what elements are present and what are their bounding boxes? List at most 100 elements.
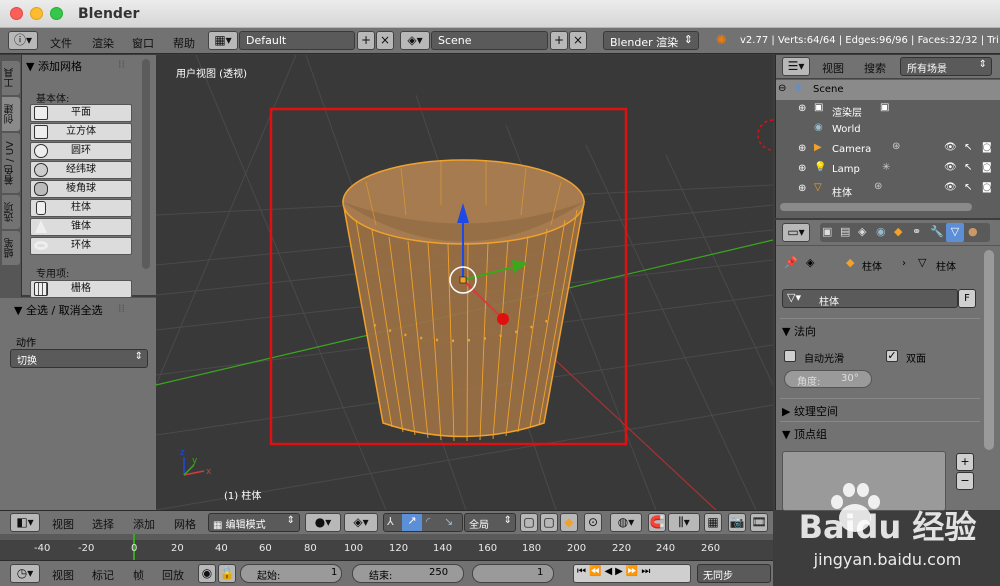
pivot-point-select-icon[interactable]: ◈▾ bbox=[344, 513, 378, 532]
outliner-editor-type-icon[interactable]: ☰▾ bbox=[782, 57, 810, 76]
viewport-menu-mesh[interactable]: 网格 bbox=[174, 516, 196, 532]
texture-space-panel-header[interactable]: ▶ 纹理空间 bbox=[780, 398, 980, 418]
material-tab-icon[interactable]: ● bbox=[968, 225, 978, 238]
jump-start-icon[interactable]: ⏮ bbox=[577, 566, 589, 577]
snap-icon[interactable]: 🧲 bbox=[648, 513, 666, 532]
proportional-edit-icon[interactable]: ⊙ bbox=[584, 513, 602, 532]
viewport-menu-add[interactable]: 添加 bbox=[133, 516, 155, 532]
playback-controls[interactable]: ⏮⏪◀▶⏩⏭ bbox=[573, 564, 691, 583]
layer-toggle-icon[interactable]: ◆ bbox=[560, 513, 578, 532]
normals-panel-header[interactable]: ▼ 法向 bbox=[780, 318, 980, 338]
selectable-cursor-icon[interactable]: ↖ bbox=[964, 182, 972, 193]
panel-grip-icon[interactable]: ⁞⁞ bbox=[118, 58, 125, 71]
menu-window[interactable]: 窗口 bbox=[132, 35, 154, 51]
rotate-manipulator-icon[interactable]: ◜ bbox=[426, 515, 430, 528]
visibility-eye-icon[interactable]: 👁 bbox=[944, 182, 957, 193]
timeline-menu-marker[interactable]: 标记 bbox=[92, 567, 114, 583]
collapse-arrow-icon[interactable]: ⊖ bbox=[778, 83, 786, 94]
opengl-anim-icon[interactable]: 🎞 bbox=[750, 513, 768, 532]
timeline-editor-type-icon[interactable]: ◷▾ bbox=[10, 564, 40, 583]
object-tab-icon[interactable]: ◆ bbox=[894, 225, 902, 238]
manipulator-toggle-icon[interactable]: ⅄ bbox=[387, 515, 394, 528]
next-keyframe-icon[interactable]: ⏩ bbox=[626, 566, 641, 577]
outliner-row-lamp[interactable]: ⊕ 💡 Lamp ✳ 👁 ↖ ◙ bbox=[776, 160, 1000, 180]
renderable-camera-icon[interactable]: ◙ bbox=[982, 182, 992, 193]
menu-help[interactable]: 帮助 bbox=[173, 35, 195, 51]
render-tab-icon[interactable]: ▣ bbox=[822, 225, 832, 238]
play-icon[interactable]: ▶ bbox=[615, 566, 626, 577]
transform-orientation-select[interactable]: 全局 ⇕ bbox=[464, 513, 516, 532]
start-frame-field[interactable]: 起始: 1 bbox=[240, 564, 342, 583]
viewport-menu-select[interactable]: 选择 bbox=[92, 516, 114, 532]
angle-field[interactable]: 角度: 30° bbox=[784, 370, 872, 388]
translate-manipulator-icon[interactable]: ↗ bbox=[402, 514, 422, 531]
render-engine-select[interactable]: Blender 渲染 ⇕ bbox=[603, 31, 699, 50]
cylinder-mesh[interactable] bbox=[341, 159, 585, 442]
operator-grip-icon[interactable]: ⁞⁞ bbox=[118, 302, 125, 315]
sync-mode-select[interactable]: 无同步 bbox=[697, 564, 771, 583]
visibility-eye-icon[interactable]: 👁 bbox=[944, 142, 957, 153]
3d-viewport[interactable]: z x y 用户视图 (透视) (1) 柱体 bbox=[156, 55, 773, 510]
manipulator-toggles[interactable]: ⅄ ↗ ◜ ↘ bbox=[383, 513, 463, 532]
scale-manipulator-icon[interactable]: ↘ bbox=[444, 515, 453, 528]
expand-arrow-icon[interactable]: ⊕ bbox=[798, 103, 806, 114]
tab-grease-pencil[interactable]: 蜡笔 bbox=[2, 231, 20, 265]
opengl-render-icon[interactable]: 📷 bbox=[728, 513, 746, 532]
mesh-browse-icon[interactable]: ▽▾ bbox=[787, 291, 801, 304]
lock-icon[interactable]: 🔒 bbox=[218, 564, 236, 583]
outliner-row-scene[interactable]: ⊖ ◈ Scene bbox=[776, 80, 1000, 100]
play-reverse-icon[interactable]: ◀ bbox=[604, 566, 615, 577]
outliner-filter-select[interactable]: 所有场景 ⇕ bbox=[900, 57, 992, 76]
snap-target-icon[interactable]: ◍▾ bbox=[610, 513, 642, 532]
properties-scrollbar[interactable] bbox=[984, 250, 994, 450]
scene-name-field[interactable]: Scene bbox=[431, 31, 548, 50]
mesh-datablock-field[interactable]: ▽▾ 柱体 bbox=[782, 289, 958, 308]
world-tab-icon[interactable]: ◉ bbox=[876, 225, 886, 238]
selectable-cursor-icon[interactable]: ↖ bbox=[964, 142, 972, 153]
modifiers-tab-icon[interactable]: 🔧 bbox=[930, 225, 944, 238]
scene-browse-icon[interactable]: ◈▾ bbox=[400, 31, 430, 50]
maximize-window-button[interactable] bbox=[50, 7, 63, 20]
timeline-menu-playback[interactable]: 回放 bbox=[162, 567, 184, 583]
menu-render[interactable]: 渲染 bbox=[92, 35, 114, 51]
record-icon[interactable]: ◉ bbox=[198, 564, 216, 583]
layer-toggle-icon[interactable]: ▢ bbox=[540, 513, 558, 532]
action-select[interactable]: 切换 ⇕ bbox=[10, 349, 148, 368]
vertex-group-add-button[interactable]: + bbox=[956, 453, 974, 471]
tab-create[interactable]: 创建 bbox=[2, 97, 20, 131]
timeline-menu-frame[interactable]: 帧 bbox=[133, 567, 144, 583]
interaction-mode-select[interactable]: ▦ 编辑模式 ⇕ bbox=[208, 513, 300, 532]
layer-toggle-icon[interactable]: ▢ bbox=[520, 513, 538, 532]
tab-options[interactable]: 选项 bbox=[2, 195, 20, 229]
renderable-camera-icon[interactable]: ◙ bbox=[982, 142, 992, 153]
outliner-horizontal-scrollbar[interactable] bbox=[780, 203, 972, 211]
fake-user-button[interactable]: F bbox=[958, 289, 976, 308]
expand-arrow-icon[interactable]: ⊕ bbox=[798, 143, 806, 154]
end-frame-field[interactable]: 结束: 250 bbox=[352, 564, 464, 583]
vertex-groups-panel-header[interactable]: ▼ 顶点组 bbox=[780, 421, 980, 441]
shading-mode-icon[interactable]: ●▾ bbox=[305, 513, 341, 532]
viewport-menu-view[interactable]: 视图 bbox=[52, 516, 74, 532]
outliner-row-cylinder[interactable]: ⊕ ▽ 柱体 ⊛ 👁 ↖ ◙ bbox=[776, 180, 1000, 200]
visibility-eye-icon[interactable]: 👁 bbox=[944, 162, 957, 173]
info-editor-type-icon[interactable]: ⓘ▾ bbox=[8, 31, 38, 50]
outliner-row-world[interactable]: ◉ World bbox=[776, 120, 1000, 140]
timeline-scroll-strip[interactable] bbox=[0, 534, 773, 540]
snap-element-icon[interactable]: ⫼▾ bbox=[668, 513, 700, 532]
tab-tools[interactable]: 工具 bbox=[2, 61, 20, 95]
layout-name-field[interactable]: Default bbox=[239, 31, 355, 50]
layout-add-icon[interactable]: + bbox=[357, 31, 375, 50]
outliner-row-renderlayer[interactable]: ⊕ ▣ 渲染层 ▣ bbox=[776, 100, 1000, 120]
grid-snap-icon[interactable]: ▦ bbox=[704, 513, 722, 532]
double-sided-checkbox[interactable]: ✓ bbox=[886, 350, 898, 362]
x-arrow-icon[interactable] bbox=[497, 313, 509, 325]
viewport-canvas[interactable]: z x y bbox=[156, 55, 773, 510]
minimize-window-button[interactable] bbox=[30, 7, 43, 20]
scene-add-icon[interactable]: + bbox=[550, 31, 568, 50]
prev-keyframe-icon[interactable]: ⏪ bbox=[589, 566, 604, 577]
properties-context-tabs[interactable]: ▣ ▤ ◈ ◉ ◆ ⚭ 🔧 ▽ ● bbox=[820, 223, 990, 242]
menu-file[interactable]: 文件 bbox=[50, 35, 72, 51]
operator-panel-header[interactable]: ▼ 全选 / 取消全选 bbox=[14, 302, 103, 318]
expand-arrow-icon[interactable]: ⊕ bbox=[798, 183, 806, 194]
jump-end-icon[interactable]: ⏭ bbox=[641, 566, 653, 577]
